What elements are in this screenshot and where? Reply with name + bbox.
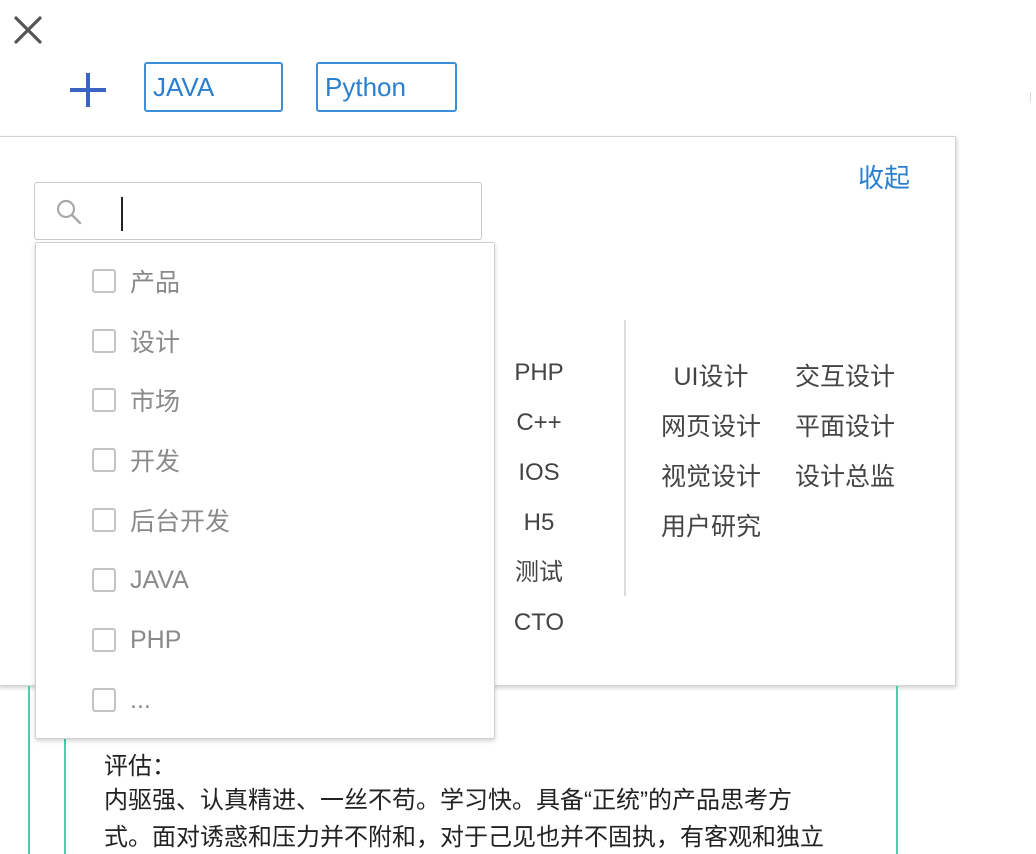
checkbox[interactable]	[92, 628, 116, 652]
category-dropdown: 产品 设计 市场 开发 后台开发 JAVA PHP ...	[35, 242, 495, 739]
checkbox[interactable]	[92, 329, 116, 353]
checkbox[interactable]	[92, 448, 116, 472]
tag-java[interactable]: JAVA	[144, 62, 283, 112]
collapse-link[interactable]: 收起	[858, 158, 910, 195]
column-divider	[624, 320, 626, 596]
options-column-mid: PHP C++ IOS H5 测试 CTO	[506, 352, 572, 652]
divider	[1030, 92, 1031, 102]
option-cpp[interactable]: C++	[506, 402, 572, 452]
search-icon	[56, 199, 82, 225]
dropdown-item-label: PHP	[130, 625, 182, 654]
close-button[interactable]	[12, 14, 44, 46]
evaluation-line-1: 内驱强、认真精进、一丝不苟。学习快。具备“正统”的产品思考方	[104, 787, 792, 814]
evaluation-label: 评估：	[104, 753, 176, 780]
text-cursor	[121, 197, 123, 231]
checkbox[interactable]	[92, 568, 116, 592]
option-graphic-design[interactable]: 平面设计	[790, 406, 900, 456]
dropdown-item-label: ...	[130, 685, 151, 714]
checkbox[interactable]	[92, 269, 116, 293]
option-web-design[interactable]: 网页设计	[656, 406, 766, 456]
option-visual-design[interactable]: 视觉设计	[656, 456, 766, 506]
option-empty	[790, 506, 900, 556]
add-tag-button[interactable]	[66, 70, 110, 114]
dropdown-item-dev[interactable]: 开发	[92, 440, 180, 480]
option-test[interactable]: 测试	[506, 552, 572, 602]
dropdown-item-product[interactable]: 产品	[92, 261, 180, 301]
options-grid-design: UI设计 交互设计 网页设计 平面设计 视觉设计 设计总监 用户研究	[656, 356, 900, 556]
option-ios[interactable]: IOS	[506, 452, 572, 502]
checkbox[interactable]	[92, 688, 116, 712]
option-design-director[interactable]: 设计总监	[790, 456, 900, 506]
dropdown-item-market[interactable]: 市场	[92, 380, 180, 420]
dropdown-item-more[interactable]: ...	[92, 680, 151, 720]
checkbox[interactable]	[92, 388, 116, 412]
close-icon	[14, 16, 42, 44]
dropdown-item-design[interactable]: 设计	[92, 321, 180, 361]
dropdown-item-label: 产品	[130, 269, 181, 297]
dropdown-item-label: 市场	[130, 388, 181, 416]
dropdown-item-php[interactable]: PHP	[92, 620, 181, 660]
option-user-research[interactable]: 用户研究	[656, 506, 766, 556]
plus-icon	[70, 73, 106, 107]
option-ui-design[interactable]: UI设计	[656, 356, 766, 406]
evaluation-text: 内驱强、认真精进、一丝不苟。学习快。具备“正统”的产品思考方 式。面对诱惑和压力…	[104, 782, 894, 854]
option-interaction-design[interactable]: 交互设计	[790, 356, 900, 406]
detail-card-inner-border	[64, 735, 66, 854]
evaluation-line-2: 式。面对诱惑和压力并不附和，对于己见也并不固执，有客观和独立	[104, 824, 824, 851]
dropdown-item-label: 后台开发	[130, 508, 231, 536]
dropdown-item-label: 开发	[130, 448, 181, 476]
tag-python[interactable]: Python	[316, 62, 457, 112]
option-cto[interactable]: CTO	[506, 602, 572, 652]
page: JAVA Python 收起 PHP C++ IOS H5 测试 CTO UI设…	[0, 0, 1036, 854]
option-h5[interactable]: H5	[506, 502, 572, 552]
checkbox[interactable]	[92, 508, 116, 532]
dropdown-item-label: 设计	[130, 329, 181, 357]
option-php[interactable]: PHP	[506, 352, 572, 402]
dropdown-item-backend[interactable]: 后台开发	[92, 500, 230, 540]
dropdown-item-java[interactable]: JAVA	[92, 560, 189, 600]
dropdown-item-label: JAVA	[130, 565, 189, 594]
search-input[interactable]	[34, 182, 482, 240]
